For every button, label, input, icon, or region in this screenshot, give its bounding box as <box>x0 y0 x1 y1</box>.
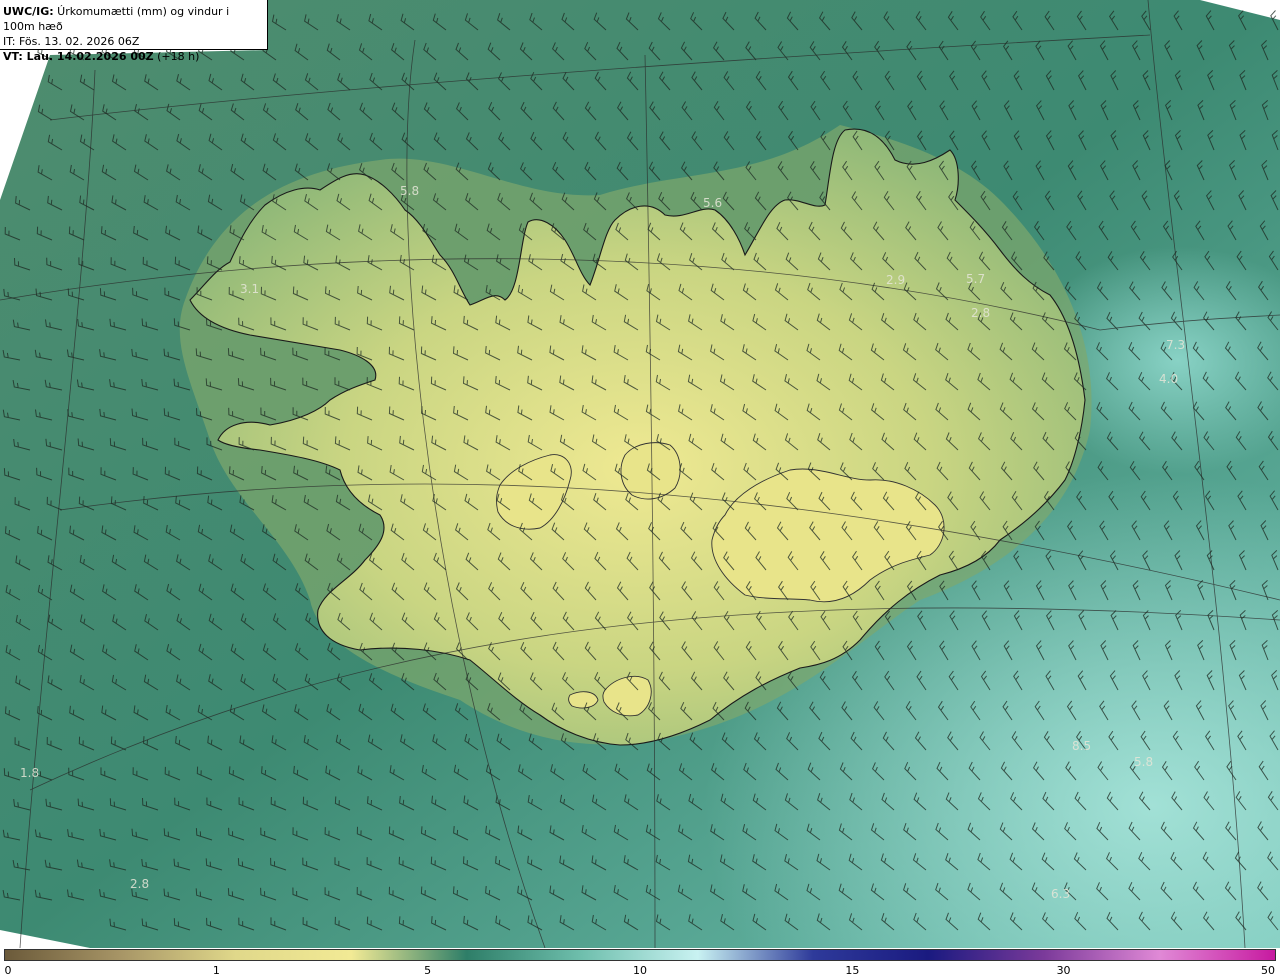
value-label: 3.1 <box>240 282 259 296</box>
colorbar-tick: 10 <box>633 964 647 977</box>
precipitation-map: 5.8 5.6 3.1 2.9 5.7 2.8 7.3 4.0 5.8 6.3 … <box>0 0 1280 949</box>
colorbar-tick: 1 <box>212 964 220 977</box>
value-label: 2.8 <box>971 306 990 320</box>
map-info-box: UWC/IG: Úrkomumætti (mm) og vindur i 100… <box>0 0 268 63</box>
colorbar-tick: 30 <box>1056 964 1071 977</box>
value-label: 5.8 <box>400 184 419 198</box>
colorbar-tick: 15 <box>845 964 860 977</box>
value-label: 4.0 <box>1159 372 1178 386</box>
issue-time: IT: Fös. 13. 02. 2026 06Z <box>3 35 140 48</box>
value-label: 2.8 <box>130 877 149 891</box>
value-label: 5.7 <box>966 272 985 286</box>
colorbar-tick: 5 <box>424 964 432 977</box>
value-label: 7.3 <box>1166 338 1185 352</box>
value-label: 8.5 <box>1072 739 1091 753</box>
value-label: 2.9 <box>886 273 905 287</box>
value-label: 1.8 <box>20 766 39 780</box>
colorbar-tick: 50 <box>1261 964 1275 977</box>
value-label: 6.3 <box>1051 887 1070 901</box>
value-label: 5.8 <box>1134 755 1153 769</box>
colorbar-tick: 0 <box>4 964 12 977</box>
colorbar-strip <box>4 949 1276 961</box>
valid-time: VT: Lau. 14.02.2026 00Z (+18 h) <box>3 50 200 63</box>
map-title: UWC/IG: Úrkomumætti (mm) og vindur i 100… <box>3 5 230 33</box>
eyjafjallajokull-glacier <box>568 691 599 709</box>
precip-colorbar: 0 1 5 10 15 30 50 <box>0 948 1280 978</box>
value-label: 5.6 <box>703 196 722 210</box>
